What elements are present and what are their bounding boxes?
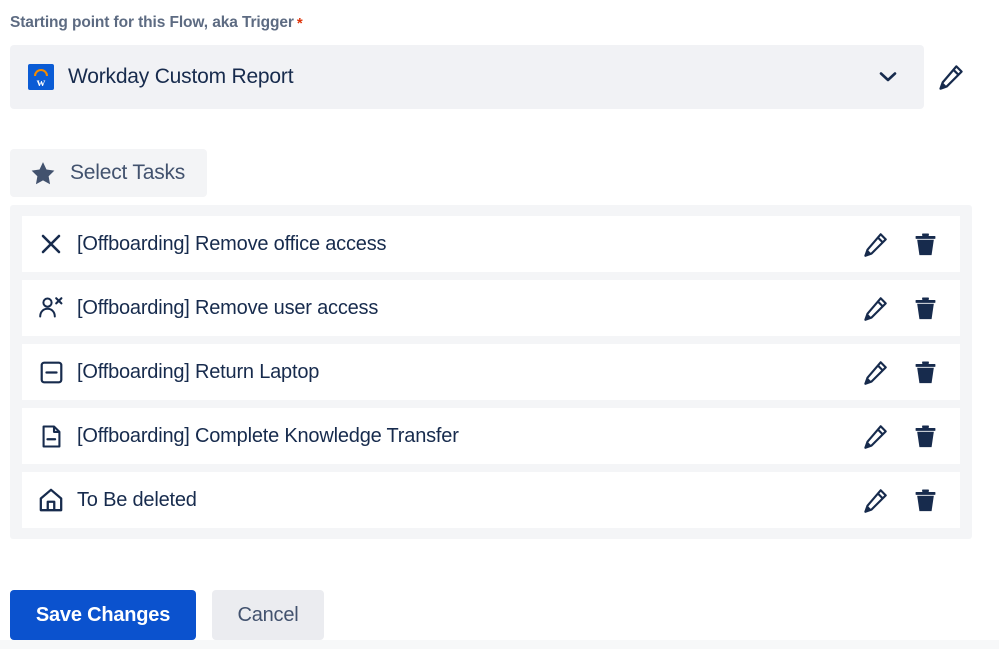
task-name: [Offboarding] Complete Knowledge Transfe…: [77, 424, 459, 447]
chevron-down-icon[interactable]: [878, 67, 898, 87]
home-icon: [36, 485, 66, 515]
task-actions: [860, 229, 940, 259]
save-changes-button[interactable]: Save Changes: [10, 590, 196, 640]
pencil-icon[interactable]: [860, 229, 890, 259]
task-name: [Offboarding] Return Laptop: [77, 360, 320, 383]
square-minus-icon: [36, 357, 66, 387]
table-row[interactable]: [Offboarding] Remove office access: [22, 216, 960, 272]
pencil-icon[interactable]: [860, 357, 890, 387]
trigger-row: w Workday Custom Report: [10, 45, 924, 109]
pencil-icon[interactable]: [860, 485, 890, 515]
workday-logo-icon: w: [28, 64, 54, 90]
table-row[interactable]: [Offboarding] Remove user access: [22, 280, 960, 336]
table-row[interactable]: To Be deleted: [22, 472, 960, 528]
star-icon: [30, 160, 56, 186]
trash-icon[interactable]: [910, 421, 940, 451]
workday-logo-letter: w: [36, 75, 46, 89]
trigger-edit-button[interactable]: [934, 60, 968, 94]
close-x-icon: [36, 229, 66, 259]
required-asterisk: *: [296, 15, 303, 32]
select-tasks-button[interactable]: Select Tasks: [10, 149, 208, 197]
file-minus-icon: [36, 421, 66, 451]
bottom-edge-band: [0, 640, 999, 649]
table-row[interactable]: [Offboarding] Complete Knowledge Transfe…: [22, 408, 960, 464]
trash-icon[interactable]: [910, 229, 940, 259]
task-actions: [860, 293, 940, 323]
cancel-button[interactable]: Cancel: [212, 590, 324, 640]
trigger-selected-value: Workday Custom Report: [68, 65, 294, 88]
flow-trigger-editor: Starting point for this Flow, aka Trigge…: [0, 0, 999, 649]
user-remove-icon: [36, 293, 66, 323]
trigger-field-label: Starting point for this Flow, aka Trigge…: [10, 14, 303, 32]
trash-icon[interactable]: [910, 357, 940, 387]
footer-actions: Save Changes Cancel: [10, 590, 324, 640]
task-actions: [860, 357, 940, 387]
pencil-icon[interactable]: [860, 421, 890, 451]
trigger-select[interactable]: w Workday Custom Report: [10, 45, 924, 109]
task-name: [Offboarding] Remove user access: [77, 296, 379, 319]
select-tasks-label: Select Tasks: [70, 161, 186, 184]
task-name: To Be deleted: [77, 488, 197, 511]
task-actions: [860, 421, 940, 451]
trash-icon[interactable]: [910, 293, 940, 323]
task-name: [Offboarding] Remove office access: [77, 232, 387, 255]
task-list: [Offboarding] Remove office access [Offb…: [10, 205, 972, 539]
trigger-label-text: Starting point for this Flow, aka Trigge…: [10, 14, 294, 31]
task-actions: [860, 485, 940, 515]
pencil-icon[interactable]: [860, 293, 890, 323]
table-row[interactable]: [Offboarding] Return Laptop: [22, 344, 960, 400]
trash-icon[interactable]: [910, 485, 940, 515]
